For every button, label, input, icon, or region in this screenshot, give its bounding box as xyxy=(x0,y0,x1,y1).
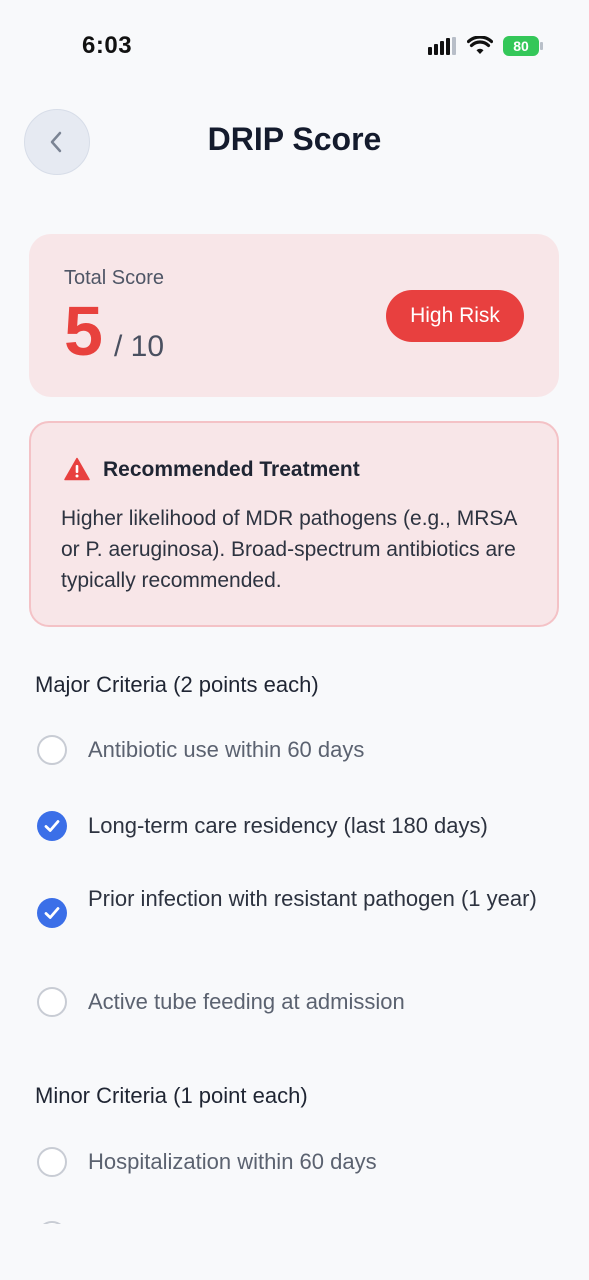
check-icon xyxy=(44,907,60,919)
criteria-label: Antibiotic use within 60 days xyxy=(88,737,365,762)
checkbox[interactable] xyxy=(37,735,67,765)
checkbox[interactable] xyxy=(37,898,67,928)
treatment-card: Recommended Treatment Higher likelihood … xyxy=(29,421,559,627)
wifi-icon xyxy=(467,36,493,54)
warning-icon xyxy=(64,457,90,481)
score-label: Total Score xyxy=(64,267,165,289)
score-max: / 10 xyxy=(114,330,165,363)
checkbox[interactable] xyxy=(37,811,67,841)
criteria-label: Prior infection with resistant pathogen … xyxy=(88,886,537,911)
check-icon xyxy=(44,820,60,832)
scroll-clip xyxy=(0,1224,589,1280)
status-time: 6:03 xyxy=(82,32,133,59)
status-bar: 6:03 80 xyxy=(0,0,589,90)
treatment-text: Higher likelihood of MDR pathogens (e.g.… xyxy=(61,507,517,592)
status-icons: 80 xyxy=(428,36,543,56)
major-criteria-title: Major Criteria (2 points each) xyxy=(35,672,319,697)
battery-level: 80 xyxy=(513,38,529,54)
score-value: 5 xyxy=(64,292,103,370)
signal-icon xyxy=(428,37,456,55)
criteria-label: Long-term care residency (last 180 days) xyxy=(88,813,488,838)
page-title: DRIP Score xyxy=(207,121,382,157)
battery-icon: 80 xyxy=(503,36,543,56)
treatment-title: Recommended Treatment xyxy=(103,458,360,481)
checkbox[interactable] xyxy=(37,1147,67,1177)
criteria-label: Active tube feeding at admission xyxy=(88,989,405,1014)
score-card: Total Score 5 / 10 High Risk xyxy=(29,234,559,397)
criteria-label: Hospitalization within 60 days xyxy=(88,1149,377,1174)
minor-criteria-title: Minor Criteria (1 point each) xyxy=(35,1083,308,1108)
risk-badge: High Risk xyxy=(386,290,524,342)
checkbox[interactable] xyxy=(37,987,67,1017)
